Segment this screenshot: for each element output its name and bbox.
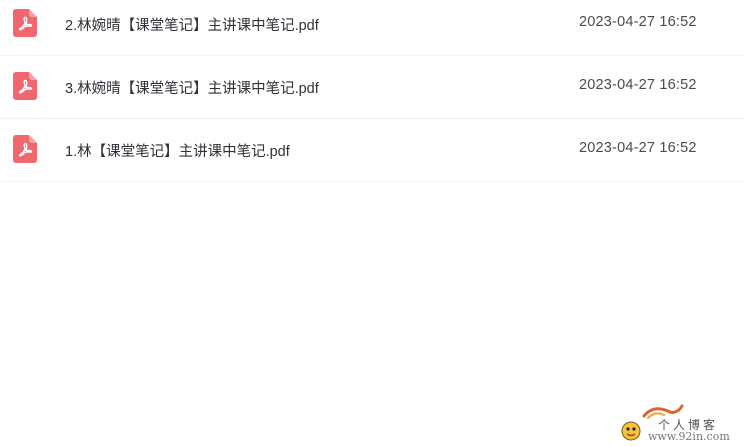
watermark-mascot-icon bbox=[621, 421, 641, 441]
pdf-file-icon bbox=[13, 9, 37, 37]
file-row[interactable]: 2.林婉晴【课堂笔记】主讲课中笔记.pdf 2023-04-27 16:52 bbox=[0, 0, 744, 56]
blog-watermark: 个人博客 www.92in.com bbox=[620, 404, 742, 444]
file-name[interactable]: 3.林婉晴【课堂笔记】主讲课中笔记.pdf bbox=[65, 77, 319, 98]
file-name[interactable]: 1.林【课堂笔记】主讲课中笔记.pdf bbox=[65, 140, 290, 161]
file-date: 2023-04-27 16:52 bbox=[579, 77, 697, 93]
file-row[interactable]: 1.林【课堂笔记】主讲课中笔记.pdf 2023-04-27 16:52 bbox=[0, 119, 744, 182]
file-date: 2023-04-27 16:52 bbox=[579, 140, 697, 156]
watermark-url: www.92in.com bbox=[648, 430, 730, 443]
file-row[interactable]: 3.林婉晴【课堂笔记】主讲课中笔记.pdf 2023-04-27 16:52 bbox=[0, 56, 744, 119]
pdf-file-icon bbox=[13, 135, 37, 163]
file-date: 2023-04-27 16:52 bbox=[579, 14, 697, 30]
file-list: 2.林婉晴【课堂笔记】主讲课中笔记.pdf 2023-04-27 16:52 3… bbox=[0, 0, 744, 182]
pdf-file-icon bbox=[13, 72, 37, 100]
file-name[interactable]: 2.林婉晴【课堂笔记】主讲课中笔记.pdf bbox=[65, 14, 319, 35]
